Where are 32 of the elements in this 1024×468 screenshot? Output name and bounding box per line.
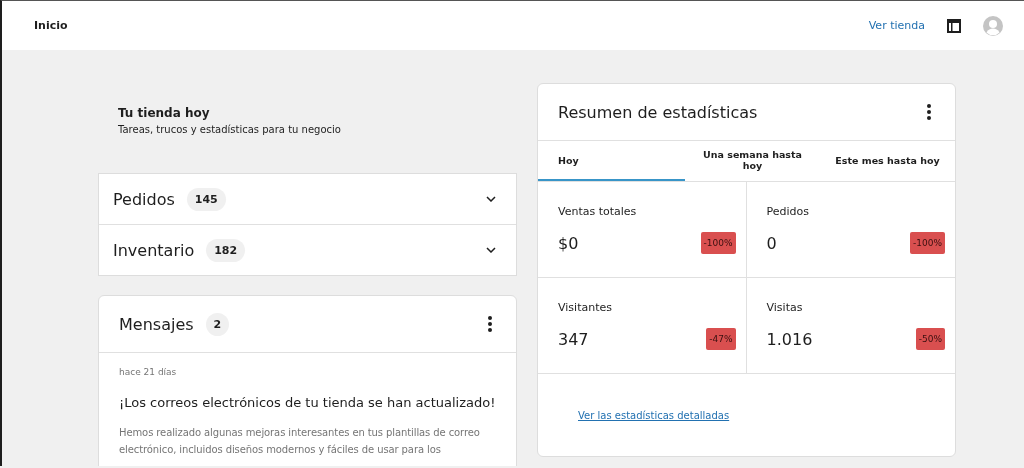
metric-label: Visitas <box>766 301 804 314</box>
message-time: hace 21 días <box>119 367 178 377</box>
more-options-icon[interactable] <box>488 316 492 332</box>
change-badge: -100% <box>910 232 945 254</box>
metric-label: Ventas totales <box>558 205 638 218</box>
message-text: Hemos realizado algunas mejoras interesantes en tus plantillas de correo electrónico, incluidos diseños modernos y fáciles de usar para los <box>119 426 481 457</box>
metric-label: Visitantes <box>558 301 613 314</box>
metric-value: 0 <box>766 233 777 253</box>
more-options-icon[interactable] <box>927 104 931 120</box>
chevron-down-icon[interactable] <box>486 247 496 253</box>
metric-value: $0 <box>558 233 579 253</box>
card-title: Mensajes <box>119 314 194 334</box>
page-title: Inicio <box>34 19 68 32</box>
count-badge: 182 <box>206 238 246 262</box>
metric-value: 347 <box>558 329 589 349</box>
accordion-label[interactable]: Inventario <box>113 240 195 260</box>
section-subtitle: Tareas, trucos y estadísticas para tu negocio <box>118 124 342 135</box>
section-title: Tu tienda hoy <box>118 106 211 120</box>
metric-label: Pedidos <box>766 205 810 218</box>
metric-value: 1.016 <box>766 329 813 349</box>
count-badge: 145 <box>186 187 226 211</box>
change-badge: -50% <box>915 328 945 350</box>
message-title: ¡Los correos electrónicos de tu tienda se han actualizado! <box>119 395 496 410</box>
change-badge: -100% <box>700 232 736 254</box>
layout-icon[interactable] <box>947 18 961 33</box>
detailed-stats-link[interactable]: Ver las estadísticas detalladas <box>578 409 730 421</box>
count-badge: 2 <box>205 312 230 336</box>
change-badge: -47% <box>706 328 736 350</box>
view-store-link[interactable]: Ver tienda <box>868 19 925 32</box>
card-title: Resumen de estadísticas <box>558 102 758 122</box>
chevron-down-icon[interactable] <box>486 196 496 202</box>
accordion-label[interactable]: Pedidos <box>113 189 175 209</box>
